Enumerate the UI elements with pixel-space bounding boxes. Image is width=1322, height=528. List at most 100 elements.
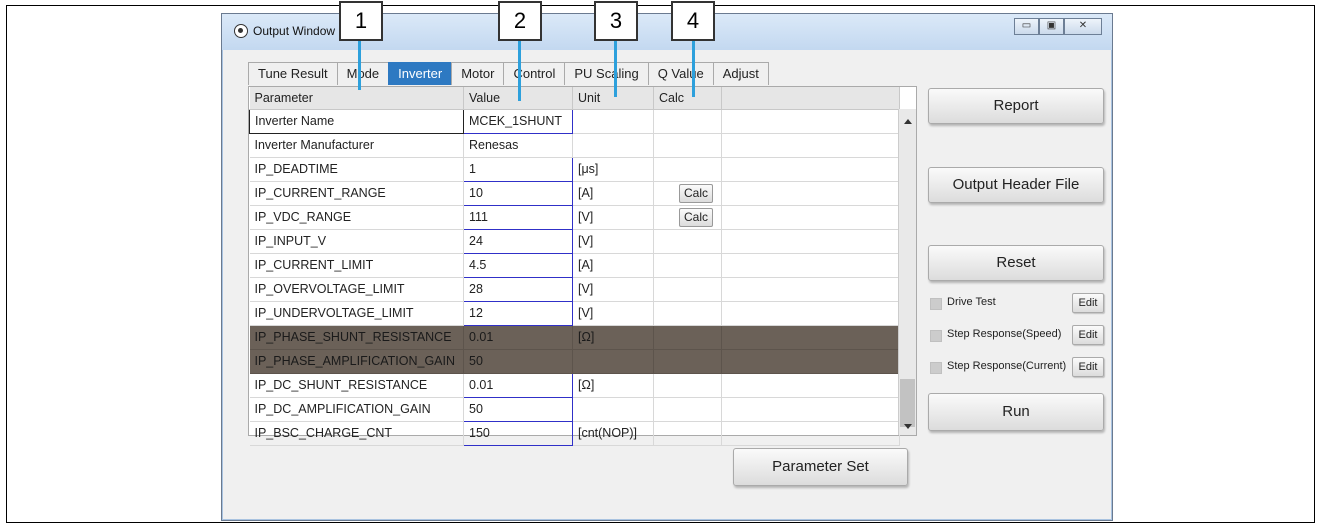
table-row[interactable]: Inverter Name MCEK_1SHUNT (249, 108, 900, 134)
param-value[interactable]: 50 (463, 396, 573, 422)
param-unit: [Ω] (572, 373, 654, 398)
tab-mode[interactable]: Mode (336, 62, 390, 85)
scroll-thumb[interactable] (900, 379, 915, 427)
param-value[interactable]: 10 (463, 180, 573, 206)
callout-1: 1 (339, 1, 383, 41)
param-value[interactable]: 111 (463, 204, 573, 230)
table-row[interactable]: IP_CURRENT_LIMIT 4.5 [A] (249, 252, 900, 278)
tab-adjust[interactable]: Adjust (712, 62, 769, 85)
param-value: 50 (463, 349, 573, 374)
callout-3: 3 (594, 1, 638, 41)
param-calc (653, 325, 722, 350)
table-header-row: Parameter Value Unit Calc (249, 87, 900, 110)
tab-control[interactable]: Control (503, 62, 566, 85)
param-calc (653, 301, 722, 326)
scroll-down-icon[interactable] (904, 424, 912, 429)
table-row[interactable]: IP_CURRENT_RANGE 10 [A] Calc (249, 180, 900, 206)
param-name: IP_PHASE_SHUNT_RESISTANCE (249, 325, 464, 350)
param-unit (572, 397, 654, 422)
param-name: IP_DC_SHUNT_RESISTANCE (249, 373, 464, 398)
param-calc (653, 133, 722, 158)
param-value[interactable]: 4.5 (463, 252, 573, 278)
table-row[interactable]: IP_DC_AMPLIFICATION_GAIN 50 (249, 396, 900, 422)
step-response-speed-label: Step Response(Speed) (947, 328, 1062, 340)
param-value[interactable]: MCEK_1SHUNT (463, 108, 573, 134)
header-unit: Unit (572, 87, 654, 110)
output-header-file-button[interactable]: Output Header File (928, 167, 1104, 203)
vertical-scrollbar[interactable] (898, 109, 916, 435)
tab-tune-result[interactable]: Tune Result (248, 62, 338, 85)
tab-pu-scaling[interactable]: PU Scaling (564, 62, 649, 85)
param-value[interactable]: 1 (463, 156, 573, 182)
run-button[interactable]: Run (928, 393, 1104, 431)
param-unit: [cnt(NOP)] (572, 421, 654, 446)
param-unit: [V] (572, 229, 654, 254)
param-unit: [A] (572, 181, 654, 206)
callout-3-line (614, 41, 617, 97)
param-name: IP_BSC_CHARGE_CNT (249, 421, 464, 446)
param-unit (572, 109, 654, 134)
scroll-up-icon[interactable] (904, 119, 912, 124)
table-row[interactable]: IP_VDC_RANGE 111 [V] Calc (249, 204, 900, 230)
calc-button[interactable]: Calc (679, 183, 714, 203)
tab-motor[interactable]: Motor (451, 62, 505, 85)
drive-test-checkbox[interactable] (930, 298, 942, 310)
tab-q-value[interactable]: Q Value (647, 62, 714, 85)
maximize-button[interactable]: ▣ (1039, 18, 1064, 35)
param-value[interactable]: 0.01 (463, 372, 573, 398)
param-unit: [V] (572, 301, 654, 326)
report-button[interactable]: Report (928, 88, 1104, 124)
param-unit (572, 133, 654, 158)
table-row[interactable]: IP_DEADTIME 1 [μs] (249, 156, 900, 182)
param-calc (653, 157, 722, 182)
table-row[interactable]: IP_BSC_CHARGE_CNT 150 [cnt(NOP)] (249, 420, 900, 446)
param-name: IP_VDC_RANGE (249, 205, 464, 230)
table-row-disabled: IP_PHASE_SHUNT_RESISTANCE 0.01 [Ω] (249, 325, 900, 350)
param-calc (653, 253, 722, 278)
step-response-current-label: Step Response(Current) (947, 360, 1067, 372)
step-response-current-row: Step Response(Current) Edit (928, 357, 1104, 379)
tab-inverter[interactable]: Inverter (388, 62, 453, 85)
param-unit: [V] (572, 205, 654, 230)
param-name: IP_CURRENT_LIMIT (249, 253, 464, 278)
param-name: IP_CURRENT_RANGE (249, 181, 464, 206)
table-row[interactable]: IP_UNDERVOLTAGE_LIMIT 12 [V] (249, 300, 900, 326)
step-response-speed-edit-button[interactable]: Edit (1072, 325, 1104, 345)
header-blank (721, 87, 900, 110)
param-calc: Calc (653, 181, 722, 206)
calc-button[interactable]: Calc (679, 207, 714, 227)
param-calc (653, 349, 722, 374)
step-response-current-edit-button[interactable]: Edit (1072, 357, 1104, 377)
param-value: Renesas (463, 133, 573, 158)
table-row[interactable]: IP_INPUT_V 24 [V] (249, 228, 900, 254)
param-value[interactable]: 12 (463, 300, 573, 326)
param-name: IP_DEADTIME (249, 157, 464, 182)
close-button[interactable]: ✕ (1064, 18, 1102, 35)
step-response-speed-row: Step Response(Speed) Edit (928, 325, 1104, 347)
minimize-button[interactable]: ▭ (1014, 18, 1039, 35)
param-value[interactable]: 150 (463, 420, 573, 446)
table-row[interactable]: Inverter Manufacturer Renesas (249, 133, 900, 158)
param-unit: [Ω] (572, 325, 654, 350)
table-row[interactable]: IP_DC_SHUNT_RESISTANCE 0.01 [Ω] (249, 372, 900, 398)
param-name: IP_DC_AMPLIFICATION_GAIN (249, 397, 464, 422)
drive-test-edit-button[interactable]: Edit (1072, 293, 1104, 313)
tab-bar: Tune Result Mode Inverter Motor Control … (248, 62, 769, 85)
callout-4-line (692, 41, 695, 97)
param-calc (653, 421, 722, 446)
reset-button[interactable]: Reset (928, 245, 1104, 281)
param-unit (572, 349, 654, 374)
step-response-speed-checkbox[interactable] (930, 330, 942, 342)
window-title: Output Window (253, 24, 336, 38)
step-response-current-checkbox[interactable] (930, 362, 942, 374)
callout-1-line (358, 41, 361, 90)
callout-2: 2 (498, 1, 542, 41)
param-unit: [V] (572, 277, 654, 302)
parameter-set-button[interactable]: Parameter Set (733, 448, 908, 486)
table-row[interactable]: IP_OVERVOLTAGE_LIMIT 28 [V] (249, 276, 900, 302)
param-calc (653, 397, 722, 422)
param-value[interactable]: 24 (463, 228, 573, 254)
param-value[interactable]: 28 (463, 276, 573, 302)
param-name: IP_PHASE_AMPLIFICATION_GAIN (249, 349, 464, 374)
parameter-table: Parameter Value Unit Calc Inverter Name … (249, 87, 900, 446)
